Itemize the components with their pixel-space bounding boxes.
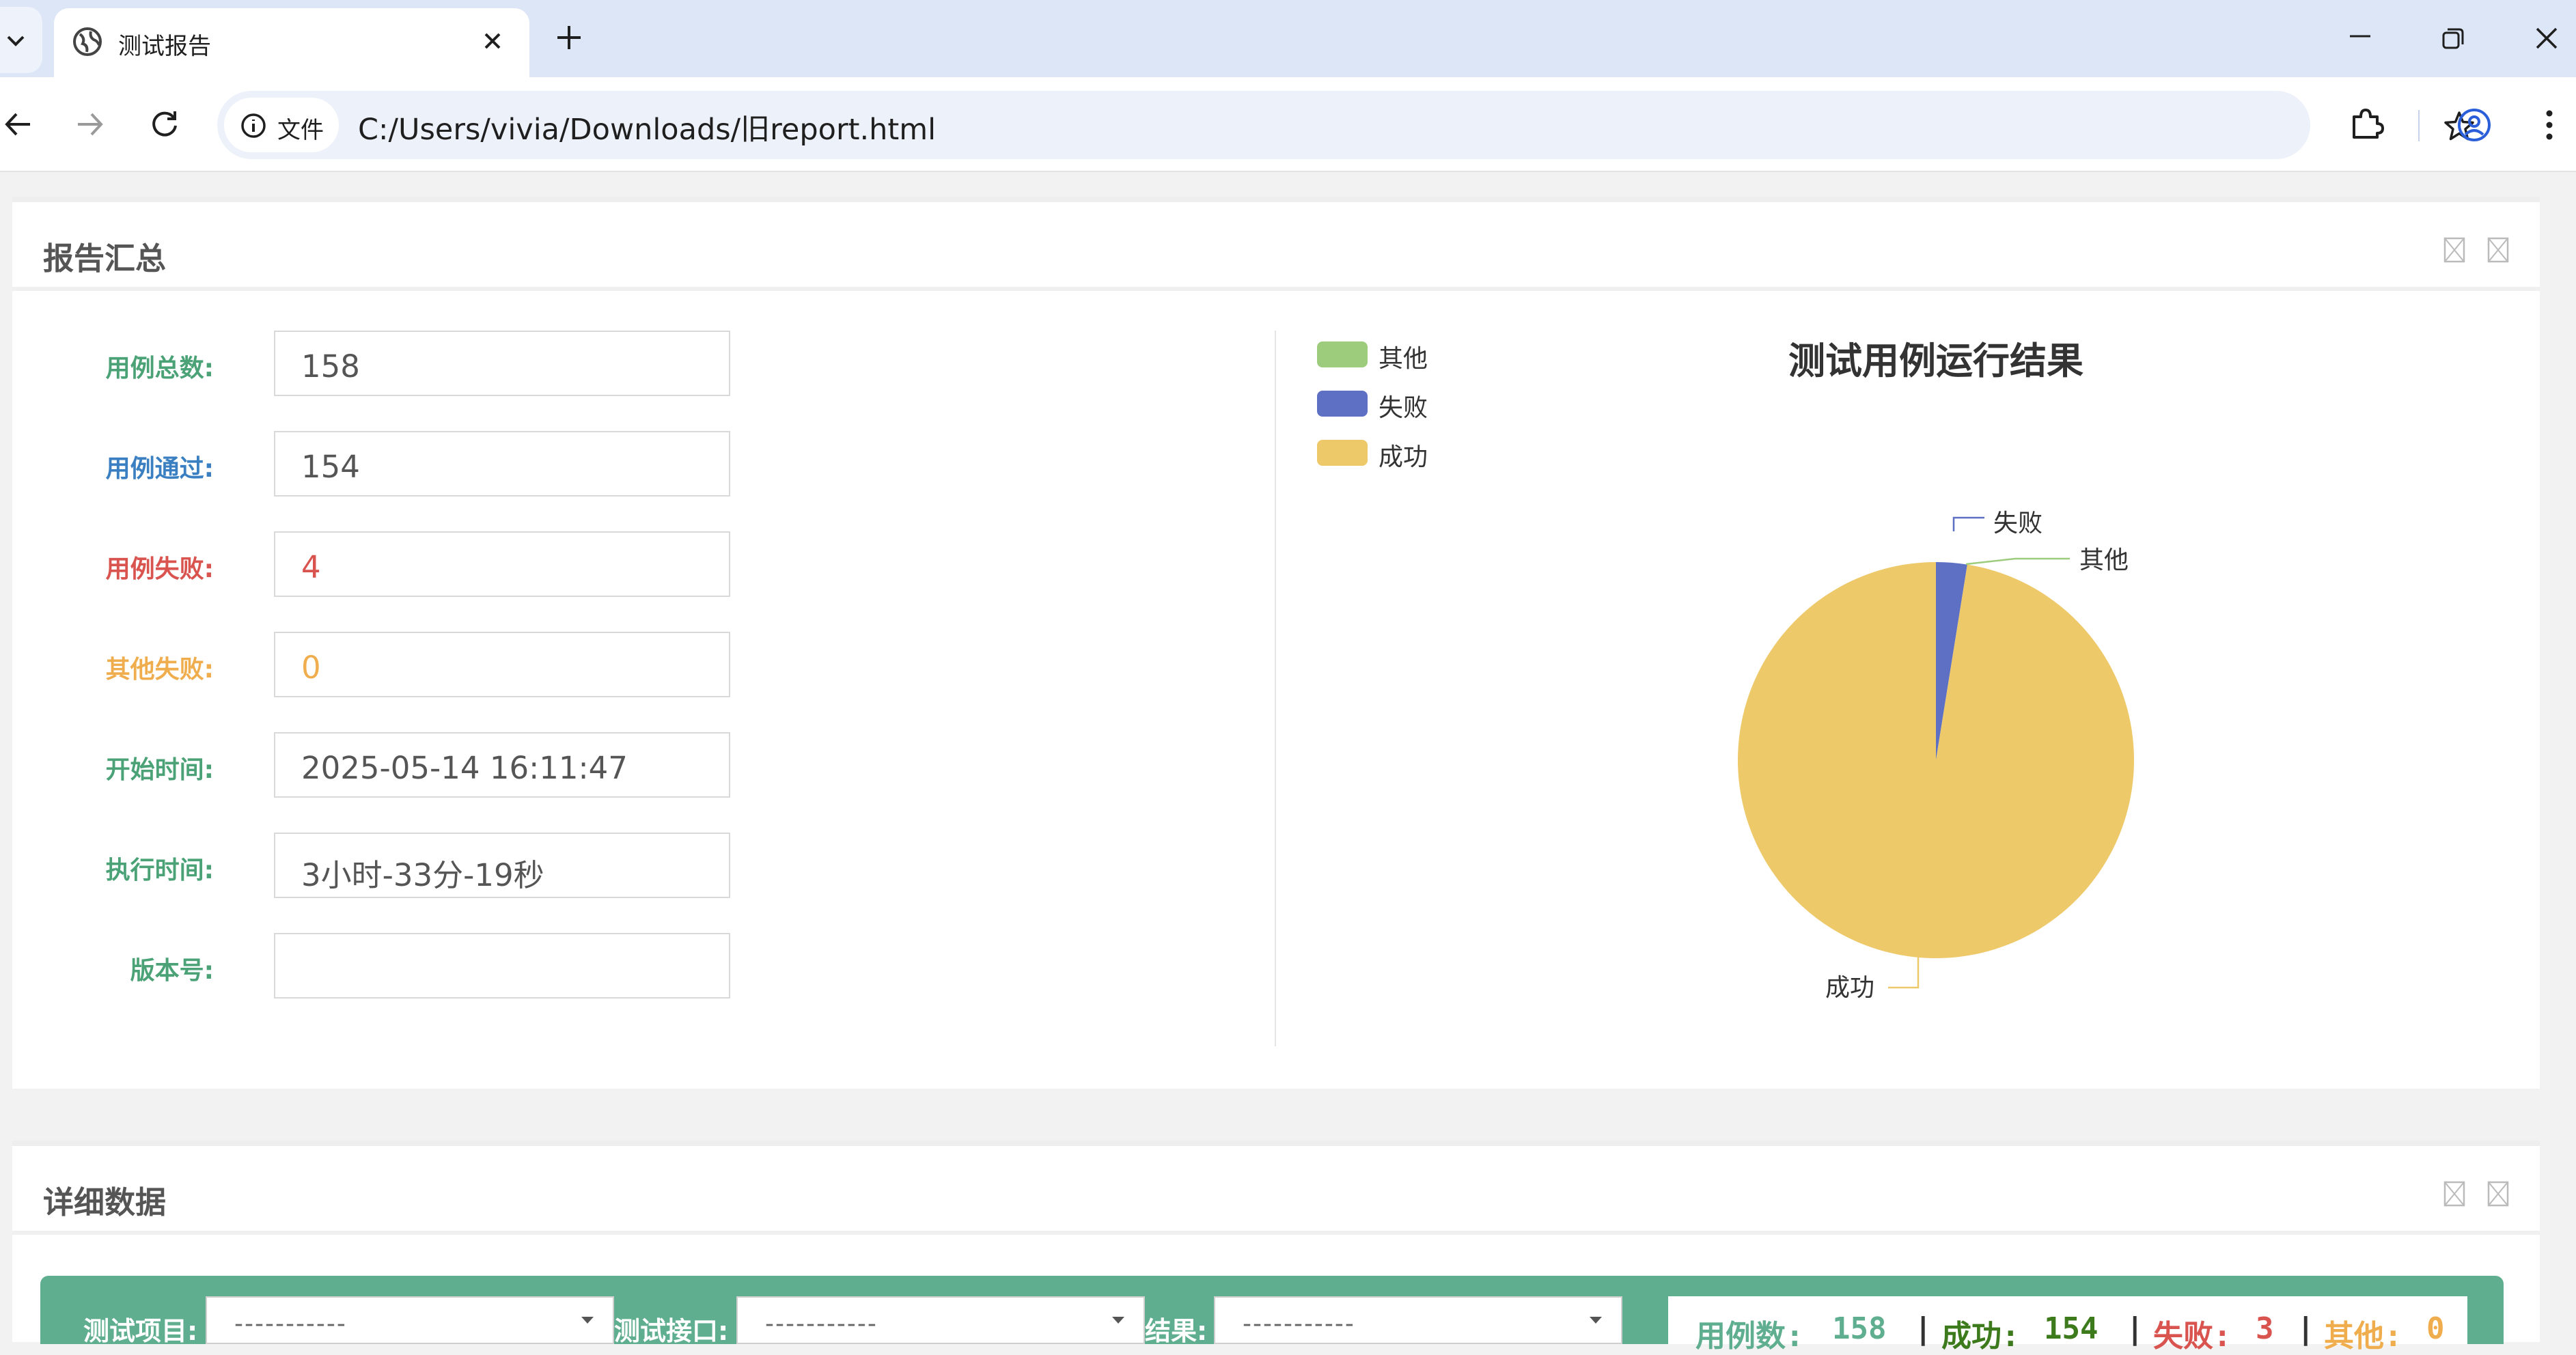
start-time-label: 开始时间:: [105, 756, 214, 784]
tab-search-button[interactable]: [0, 7, 42, 73]
address-bar[interactable]: 文件 C:/Users/vivia/Downloads/旧report.html: [217, 91, 2474, 159]
stat-separator: |: [1914, 1311, 1933, 1346]
passed-cases-label: 用例通过:: [105, 455, 214, 483]
legend-swatch: [1317, 341, 1368, 367]
tab-strip: 测试报告: [0, 0, 2576, 77]
duration-label: 执行时间:: [105, 856, 214, 884]
globe-icon: [73, 27, 102, 56]
failed-cases-field[interactable]: 4: [274, 531, 730, 597]
restore-icon[interactable]: [2440, 26, 2466, 52]
summary-title: 报告汇总: [43, 240, 167, 277]
passed-cases-value: 154: [301, 449, 360, 485]
version-label: 版本号:: [130, 957, 214, 985]
url-text[interactable]: C:/Users/vivia/Downloads/旧report.html: [358, 106, 936, 148]
result-select[interactable]: -----------: [1214, 1296, 1622, 1344]
filter-bar: 测试项目: ----------- 测试接口: ----------- 结果: …: [40, 1276, 2504, 1354]
api-select[interactable]: -----------: [736, 1296, 1145, 1344]
window-close-icon[interactable]: [2532, 23, 2562, 53]
minimize-icon[interactable]: [2347, 26, 2373, 46]
panel-top-border: [12, 197, 2540, 202]
dropdown-arrow-icon: [581, 1317, 594, 1324]
failed-cases-label: 用例失败:: [105, 555, 214, 583]
stat-other-label: 其他:: [2324, 1319, 2402, 1354]
profile-icon[interactable]: [2456, 107, 2492, 143]
tab-report[interactable]: 测试报告: [54, 8, 529, 77]
duration-field[interactable]: 3小时-33分-19秒: [274, 833, 730, 898]
stat-total-label: 用例数:: [1695, 1319, 1804, 1354]
project-select[interactable]: -----------: [206, 1296, 614, 1344]
project-select-value: -----------: [234, 1310, 347, 1338]
legend-label: 成功: [1379, 443, 1428, 471]
menu-kebab-icon[interactable]: [2536, 107, 2563, 143]
total-cases-field[interactable]: 158: [274, 331, 730, 396]
failed-cases-value: 4: [301, 549, 321, 585]
legend-label: 其他: [1379, 345, 1428, 373]
passed-cases-field[interactable]: 154: [274, 431, 730, 497]
summary-divider: [1275, 331, 1276, 1046]
site-info-chip[interactable]: 文件: [224, 98, 339, 152]
legend-label: 失败: [1379, 394, 1428, 422]
collapse-icon[interactable]: [2443, 1180, 2466, 1207]
site-info-label: 文件: [277, 117, 324, 144]
stat-fail-label: 失败:: [2153, 1319, 2232, 1354]
new-tab-icon[interactable]: [553, 22, 585, 53]
chevron-down-icon: [7, 36, 25, 46]
collapse-icon[interactable]: [2443, 236, 2466, 264]
browser-toolbar: 文件 C:/Users/vivia/Downloads/旧report.html: [0, 77, 2576, 172]
stat-separator: |: [2297, 1311, 2315, 1346]
forward-arrow-icon[interactable]: [72, 107, 107, 141]
extensions-icon[interactable]: [2349, 106, 2384, 141]
start-time-value: 2025-05-14 16:11:47: [301, 750, 628, 786]
other-failures-label: 其他失败:: [105, 656, 214, 684]
result-select-value: -----------: [1243, 1310, 1355, 1338]
dropdown-arrow-icon: [1112, 1317, 1124, 1324]
legend-swatch: [1317, 391, 1368, 417]
other-failures-field[interactable]: 0: [274, 632, 730, 697]
start-time-field[interactable]: 2025-05-14 16:11:47: [274, 732, 730, 798]
close-panel-icon[interactable]: [2487, 236, 2510, 264]
tab-title: 测试报告: [118, 33, 211, 60]
back-arrow-icon[interactable]: [1, 107, 36, 141]
stats-summary: 用例数: 158 | 成功: 154 | 失败: 3 | 其他: 0: [1668, 1296, 2467, 1354]
dropdown-arrow-icon: [1590, 1317, 1602, 1324]
api-select-value: -----------: [765, 1310, 878, 1338]
stat-other-value: 0: [2426, 1311, 2445, 1346]
info-icon: [241, 113, 266, 138]
stat-success-label: 成功:: [1941, 1319, 2020, 1354]
total-cases-label: 用例总数:: [105, 354, 214, 382]
version-field[interactable]: [274, 933, 730, 998]
reload-icon[interactable]: [148, 107, 182, 141]
close-panel-icon[interactable]: [2487, 1180, 2510, 1207]
legend-swatch: [1317, 440, 1368, 466]
details-title: 详细数据: [43, 1184, 167, 1220]
other-failures-value: 0: [301, 649, 321, 686]
close-icon[interactable]: [477, 26, 508, 56]
chart-title: 测试用例运行结果: [1788, 339, 2083, 382]
summary-panel-header: 报告汇总: [12, 202, 2540, 291]
stat-success-value: 154: [2044, 1311, 2099, 1346]
details-panel-header: 详细数据: [12, 1146, 2540, 1235]
stat-separator: |: [2126, 1311, 2144, 1346]
toolbar-divider: [2418, 110, 2420, 141]
total-cases-value: 158: [301, 348, 360, 385]
summary-panel: 报告汇总 用例总数: 158 用例通过: 154 用例失败: 4 其他失败: 0…: [12, 197, 2540, 1089]
stat-total-value: 158: [1832, 1311, 1887, 1346]
panel-top-border: [12, 1141, 2540, 1146]
stat-fail-value: 3: [2256, 1311, 2274, 1346]
duration-value: 3小时-33分-19秒: [301, 857, 544, 893]
